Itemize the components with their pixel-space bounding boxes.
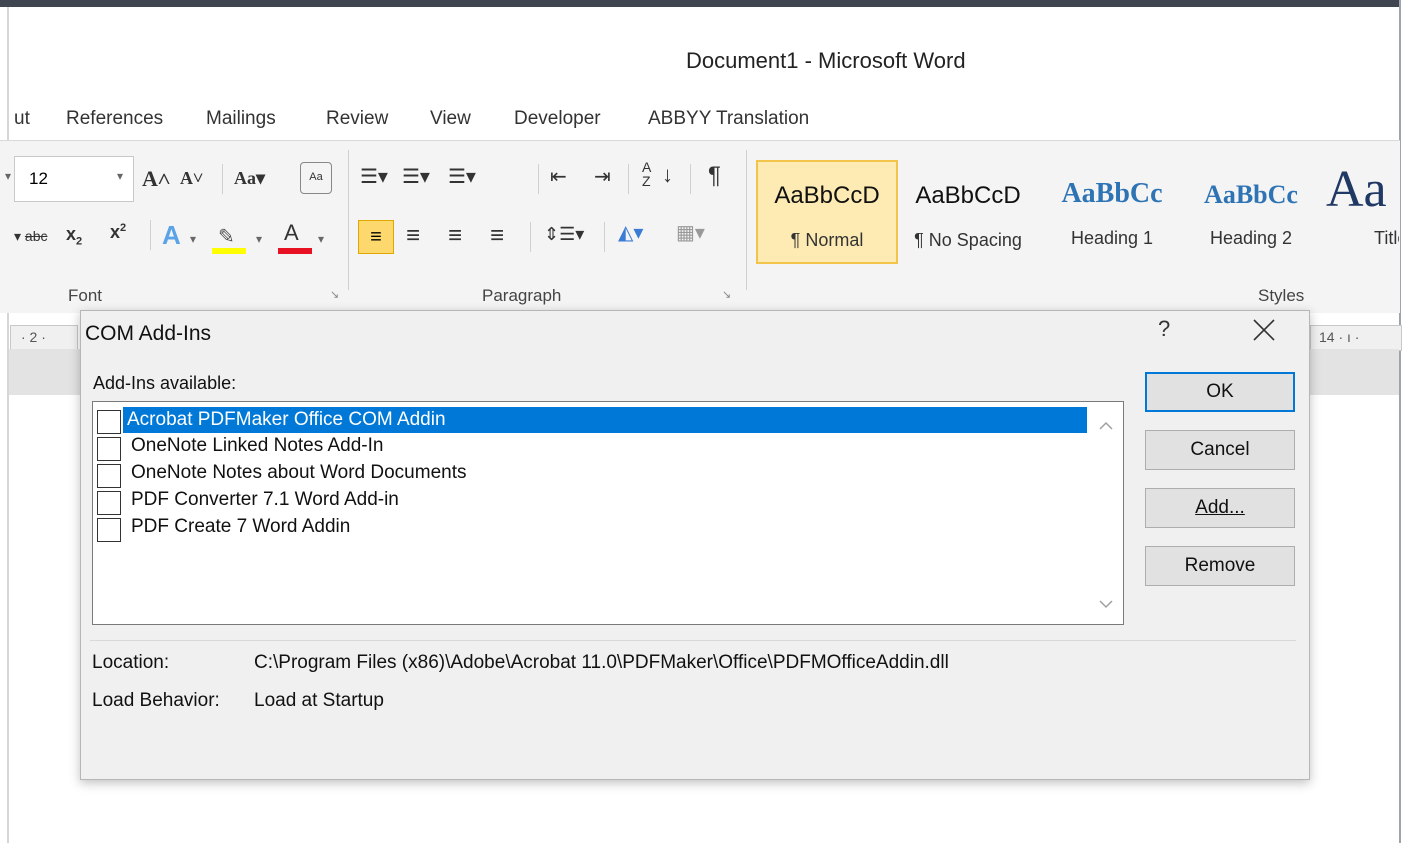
chevron-down-icon[interactable]: ▾ xyxy=(190,232,196,246)
remove-button[interactable]: Remove xyxy=(1145,546,1295,586)
close-icon[interactable] xyxy=(1244,310,1284,350)
chevron-down-icon[interactable]: ▾ xyxy=(5,169,11,183)
line-spacing-icon[interactable]: ⇕☰▾ xyxy=(544,224,584,245)
style-title[interactable]: Aa Title xyxy=(1322,160,1399,260)
strikethrough-icon[interactable]: ▾ abc xyxy=(14,228,48,245)
window-title: Document1 - Microsoft Word xyxy=(686,48,966,73)
style-heading-2[interactable]: AaBbCc Heading 2 xyxy=(1184,160,1318,260)
bullets-icon[interactable]: ☰▾ xyxy=(360,164,388,189)
tab-layout-partial[interactable]: ut xyxy=(14,108,30,130)
align-left-icon[interactable]: ≡ xyxy=(358,220,394,254)
scroll-up-icon[interactable] xyxy=(1096,416,1116,436)
highlight-color-icon[interactable]: ✎ xyxy=(212,224,246,254)
font-size-box[interactable]: ▾ 12 ▾ xyxy=(5,156,134,202)
addin-label: Acrobat PDFMaker Office COM Addin xyxy=(123,407,1087,433)
font-color-icon[interactable]: A xyxy=(278,220,312,254)
dialog-title: COM Add-Ins xyxy=(85,322,212,345)
load-behavior-value: Load at Startup xyxy=(254,690,384,711)
dialog-launcher-icon[interactable]: ↘ xyxy=(722,288,731,301)
ruler-left: · 2 · xyxy=(10,325,78,351)
chevron-down-icon[interactable]: ▾ xyxy=(318,232,324,246)
add-button[interactable]: Add... xyxy=(1145,488,1295,528)
list-item[interactable]: OneNote Linked Notes Add-In xyxy=(97,433,1087,461)
decrease-indent-icon[interactable]: ⇤ xyxy=(550,164,567,189)
ruler-right: 14 · ı · xyxy=(1310,325,1402,351)
cancel-button[interactable]: Cancel xyxy=(1145,430,1295,470)
addin-checkbox[interactable] xyxy=(97,491,121,515)
subscript-icon[interactable]: x2 xyxy=(66,224,82,248)
clear-formatting-icon[interactable]: Aa xyxy=(300,162,332,194)
align-right-icon[interactable]: ≡ xyxy=(448,222,462,250)
list-item[interactable]: PDF Create 7 Word Addin xyxy=(97,514,1087,542)
shading-icon[interactable]: ◭▾ xyxy=(618,220,643,245)
font-group-label: Font xyxy=(68,286,103,305)
font-size-value: 12 xyxy=(29,169,48,188)
list-item[interactable]: OneNote Notes about Word Documents xyxy=(97,460,1087,488)
style-heading-1[interactable]: AaBbCc Heading 1 xyxy=(1044,160,1180,260)
scroll-down-icon[interactable] xyxy=(1096,594,1116,614)
divider xyxy=(538,164,539,194)
location-label: Location: xyxy=(92,652,170,673)
show-formatting-icon[interactable]: ¶ xyxy=(708,162,721,190)
tab-mailings[interactable]: Mailings xyxy=(206,108,276,130)
addin-label: PDF Create 7 Word Addin xyxy=(131,516,351,537)
justify-icon[interactable]: ≡ xyxy=(490,222,504,250)
addin-checkbox[interactable] xyxy=(97,518,121,542)
style-normal[interactable]: AaBbCcD ¶ Normal xyxy=(756,160,898,264)
text-effects-icon[interactable]: A xyxy=(162,220,181,251)
shrink-font-icon[interactable]: A˅ xyxy=(180,168,203,189)
divider xyxy=(690,164,691,194)
divider xyxy=(222,164,223,194)
numbering-icon[interactable]: ☰▾ xyxy=(402,164,430,189)
borders-icon[interactable]: ▦▾ xyxy=(676,220,705,245)
divider xyxy=(530,222,531,252)
ok-button[interactable]: OK xyxy=(1145,372,1295,412)
divider xyxy=(604,222,605,252)
align-center-icon[interactable]: ≡ xyxy=(406,222,420,250)
chevron-down-icon[interactable]: ▾ xyxy=(117,169,123,183)
tab-developer[interactable]: Developer xyxy=(514,108,601,130)
chevron-down-icon[interactable]: ▾ xyxy=(256,232,262,246)
increase-indent-icon[interactable]: ⇥ xyxy=(594,164,611,189)
divider xyxy=(746,150,747,290)
styles-group-label: Styles xyxy=(1258,286,1305,305)
divider xyxy=(628,164,629,194)
sort-arrow-icon: ↓ xyxy=(662,162,673,187)
addins-available-label: Add-Ins available: xyxy=(93,373,237,393)
addin-label: OneNote Linked Notes Add-In xyxy=(131,435,384,456)
addins-list[interactable]: Acrobat PDFMaker Office COM Addin OneNot… xyxy=(92,401,1124,625)
divider xyxy=(348,150,349,290)
sort-icon[interactable]: AZ xyxy=(642,160,651,188)
window-frame-top xyxy=(0,0,1400,7)
grow-font-icon[interactable]: A˄ xyxy=(142,166,170,192)
addin-label: PDF Converter 7.1 Word Add-in xyxy=(131,489,399,510)
addin-checkbox[interactable] xyxy=(97,437,121,461)
superscript-icon[interactable]: x2 xyxy=(110,222,126,243)
tab-view[interactable]: View xyxy=(430,108,471,130)
tab-references[interactable]: References xyxy=(66,108,163,130)
addin-label: OneNote Notes about Word Documents xyxy=(131,462,467,483)
addin-checkbox[interactable] xyxy=(97,410,121,434)
dialog-launcher-icon[interactable]: ↘ xyxy=(330,288,339,301)
location-value: C:\Program Files (x86)\Adobe\Acrobat 11.… xyxy=(254,652,949,673)
list-item[interactable]: PDF Converter 7.1 Word Add-in xyxy=(97,487,1087,515)
load-behavior-label: Load Behavior: xyxy=(92,690,220,711)
help-icon[interactable]: ? xyxy=(1158,316,1170,342)
style-no-spacing[interactable]: AaBbCcD ¶ No Spacing xyxy=(900,160,1036,260)
addin-checkbox[interactable] xyxy=(97,464,121,488)
ribbon-tabs: ut References Mailings Review View Devel… xyxy=(0,104,1400,134)
tab-review[interactable]: Review xyxy=(326,108,388,130)
tab-abbyy-translation[interactable]: ABBYY Translation xyxy=(648,108,809,130)
change-case-icon[interactable]: Aa▾ xyxy=(234,168,265,189)
list-item[interactable]: Acrobat PDFMaker Office COM Addin xyxy=(97,406,1087,434)
paragraph-group-label: Paragraph xyxy=(482,286,562,305)
divider xyxy=(90,640,1296,641)
multilevel-list-icon[interactable]: ☰▾ xyxy=(448,164,476,189)
divider xyxy=(150,220,151,250)
